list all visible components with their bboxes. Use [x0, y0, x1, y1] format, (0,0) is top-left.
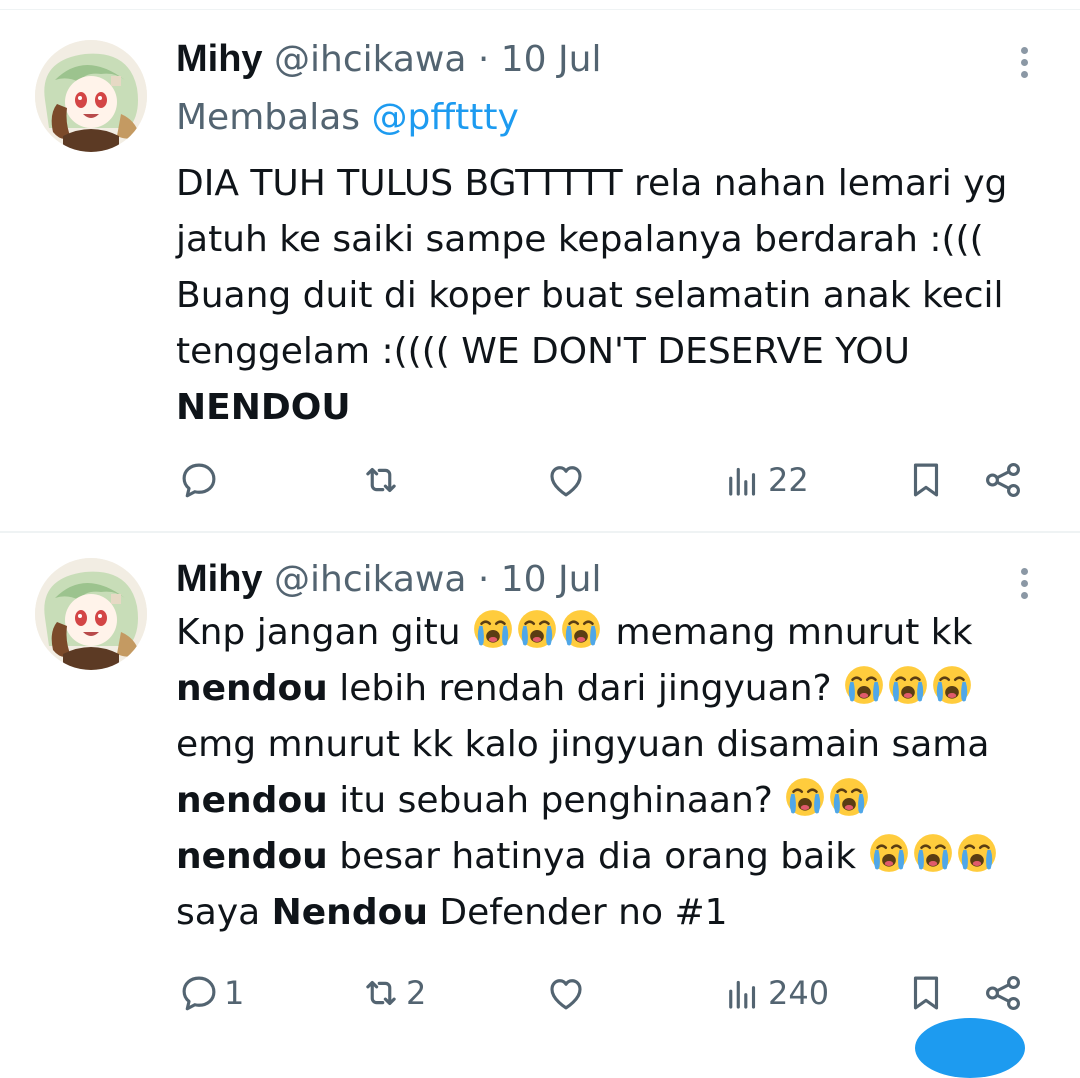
avatar-image — [35, 40, 147, 152]
crying-emoji-icon — [560, 608, 602, 650]
user-handle[interactable]: @ihcikawa — [274, 559, 466, 600]
bookmark-icon — [913, 463, 939, 497]
crying-emoji-icon — [912, 832, 954, 874]
text-segment: besar hatinya dia orang baik — [339, 836, 857, 877]
crying-emoji-icon — [516, 608, 558, 650]
crying-emoji-icon — [887, 664, 929, 706]
crying-emoji-icon — [843, 664, 885, 706]
bold-mention: nendou — [176, 668, 328, 709]
separator-dot: · — [477, 39, 490, 80]
reply-icon — [182, 463, 216, 498]
text-segment: emg mnurut kk kalo jingyuan disamain sam… — [176, 724, 990, 765]
text-segment: memang mnurut kk — [615, 612, 973, 653]
more-icon[interactable] — [1012, 563, 1036, 607]
tweet-1[interactable]: Mihy @ihcikawa · 10 Jul Membalas @pffttt… — [0, 10, 1080, 530]
tweet-time[interactable]: 10 Jul — [501, 39, 602, 80]
retweet-button[interactable] — [360, 450, 406, 510]
retweet-button[interactable]: 2 — [360, 963, 426, 1023]
display-name[interactable]: Mihy — [176, 38, 263, 80]
crying-emoji-icon — [828, 776, 870, 818]
crying-emoji-icon — [931, 664, 973, 706]
views-icon — [729, 467, 756, 496]
more-icon[interactable] — [1012, 42, 1036, 86]
retweet-count: 2 — [406, 974, 427, 1012]
bold-mention: Nendou — [271, 892, 428, 933]
text-segment: lebih rendah dari jingyuan? — [339, 668, 832, 709]
reply-icon — [182, 976, 216, 1011]
compose-fab-edge[interactable] — [915, 1018, 1025, 1078]
tweet-text: DIA TUH TULUS BGTTTTT rela nahan lemari … — [176, 156, 1056, 436]
bookmark-icon — [913, 976, 939, 1010]
replying-to: Membalas @pffttty — [176, 92, 519, 144]
user-handle[interactable]: @ihcikawa — [274, 39, 466, 80]
tweet-actions: 1 2 240 — [0, 963, 1080, 1023]
display-name[interactable]: Mihy — [176, 558, 263, 600]
reply-mention-link[interactable]: @pffttty — [371, 97, 518, 138]
like-button[interactable] — [545, 450, 587, 510]
heart-icon — [550, 979, 582, 1010]
replying-to-label: Membalas — [176, 97, 361, 138]
share-icon — [986, 976, 1020, 1010]
reply-button[interactable]: 1 — [178, 963, 244, 1023]
tweet-2[interactable]: Mihy @ihcikawa · 10 Jul Knp jangan gitu … — [0, 533, 1080, 1029]
avatar[interactable] — [35, 558, 147, 670]
views-button[interactable]: 22 — [722, 450, 809, 510]
crying-emoji-icon — [472, 608, 514, 650]
views-count: 240 — [768, 974, 830, 1012]
crying-emoji-icon — [784, 776, 826, 818]
tweet-text-body: DIA TUH TULUS BGTTTTT rela nahan lemari … — [176, 163, 1008, 372]
views-button[interactable]: 240 — [722, 963, 829, 1023]
views-count: 22 — [768, 461, 809, 499]
text-segment: Defender no #1 — [439, 892, 728, 933]
share-icon — [986, 463, 1020, 497]
retweet-icon — [366, 467, 396, 493]
text-segment: saya — [176, 892, 261, 933]
tweet-text-bold: NENDOU — [176, 387, 351, 428]
separator-dot: · — [477, 559, 490, 600]
reply-button[interactable] — [178, 450, 224, 510]
share-button[interactable] — [982, 963, 1024, 1023]
reply-count: 1 — [224, 974, 245, 1012]
avatar-image — [35, 558, 147, 670]
bold-mention: nendou — [176, 836, 328, 877]
views-icon — [729, 980, 756, 1009]
tweet-header: Mihy @ihcikawa · 10 Jul — [176, 555, 601, 603]
bookmark-button[interactable] — [905, 450, 947, 510]
bold-mention: nendou — [176, 780, 328, 821]
crying-emoji-icon — [868, 832, 910, 874]
like-button[interactable] — [545, 963, 587, 1023]
tweet-time[interactable]: 10 Jul — [501, 559, 602, 600]
crying-emoji-icon — [956, 832, 998, 874]
tweet-header: Mihy @ihcikawa · 10 Jul — [176, 35, 601, 83]
heart-icon — [550, 466, 582, 497]
avatar[interactable] — [35, 40, 147, 152]
retweet-icon — [366, 980, 396, 1006]
tweet-text: Knp jangan gitu memang mnurut kk nendou … — [176, 605, 1056, 941]
share-button[interactable] — [982, 450, 1024, 510]
text-segment: Knp jangan gitu — [176, 612, 461, 653]
tweet-actions: 22 — [0, 450, 1080, 510]
bookmark-button[interactable] — [905, 963, 947, 1023]
text-segment: itu sebuah penghinaan? — [339, 780, 773, 821]
